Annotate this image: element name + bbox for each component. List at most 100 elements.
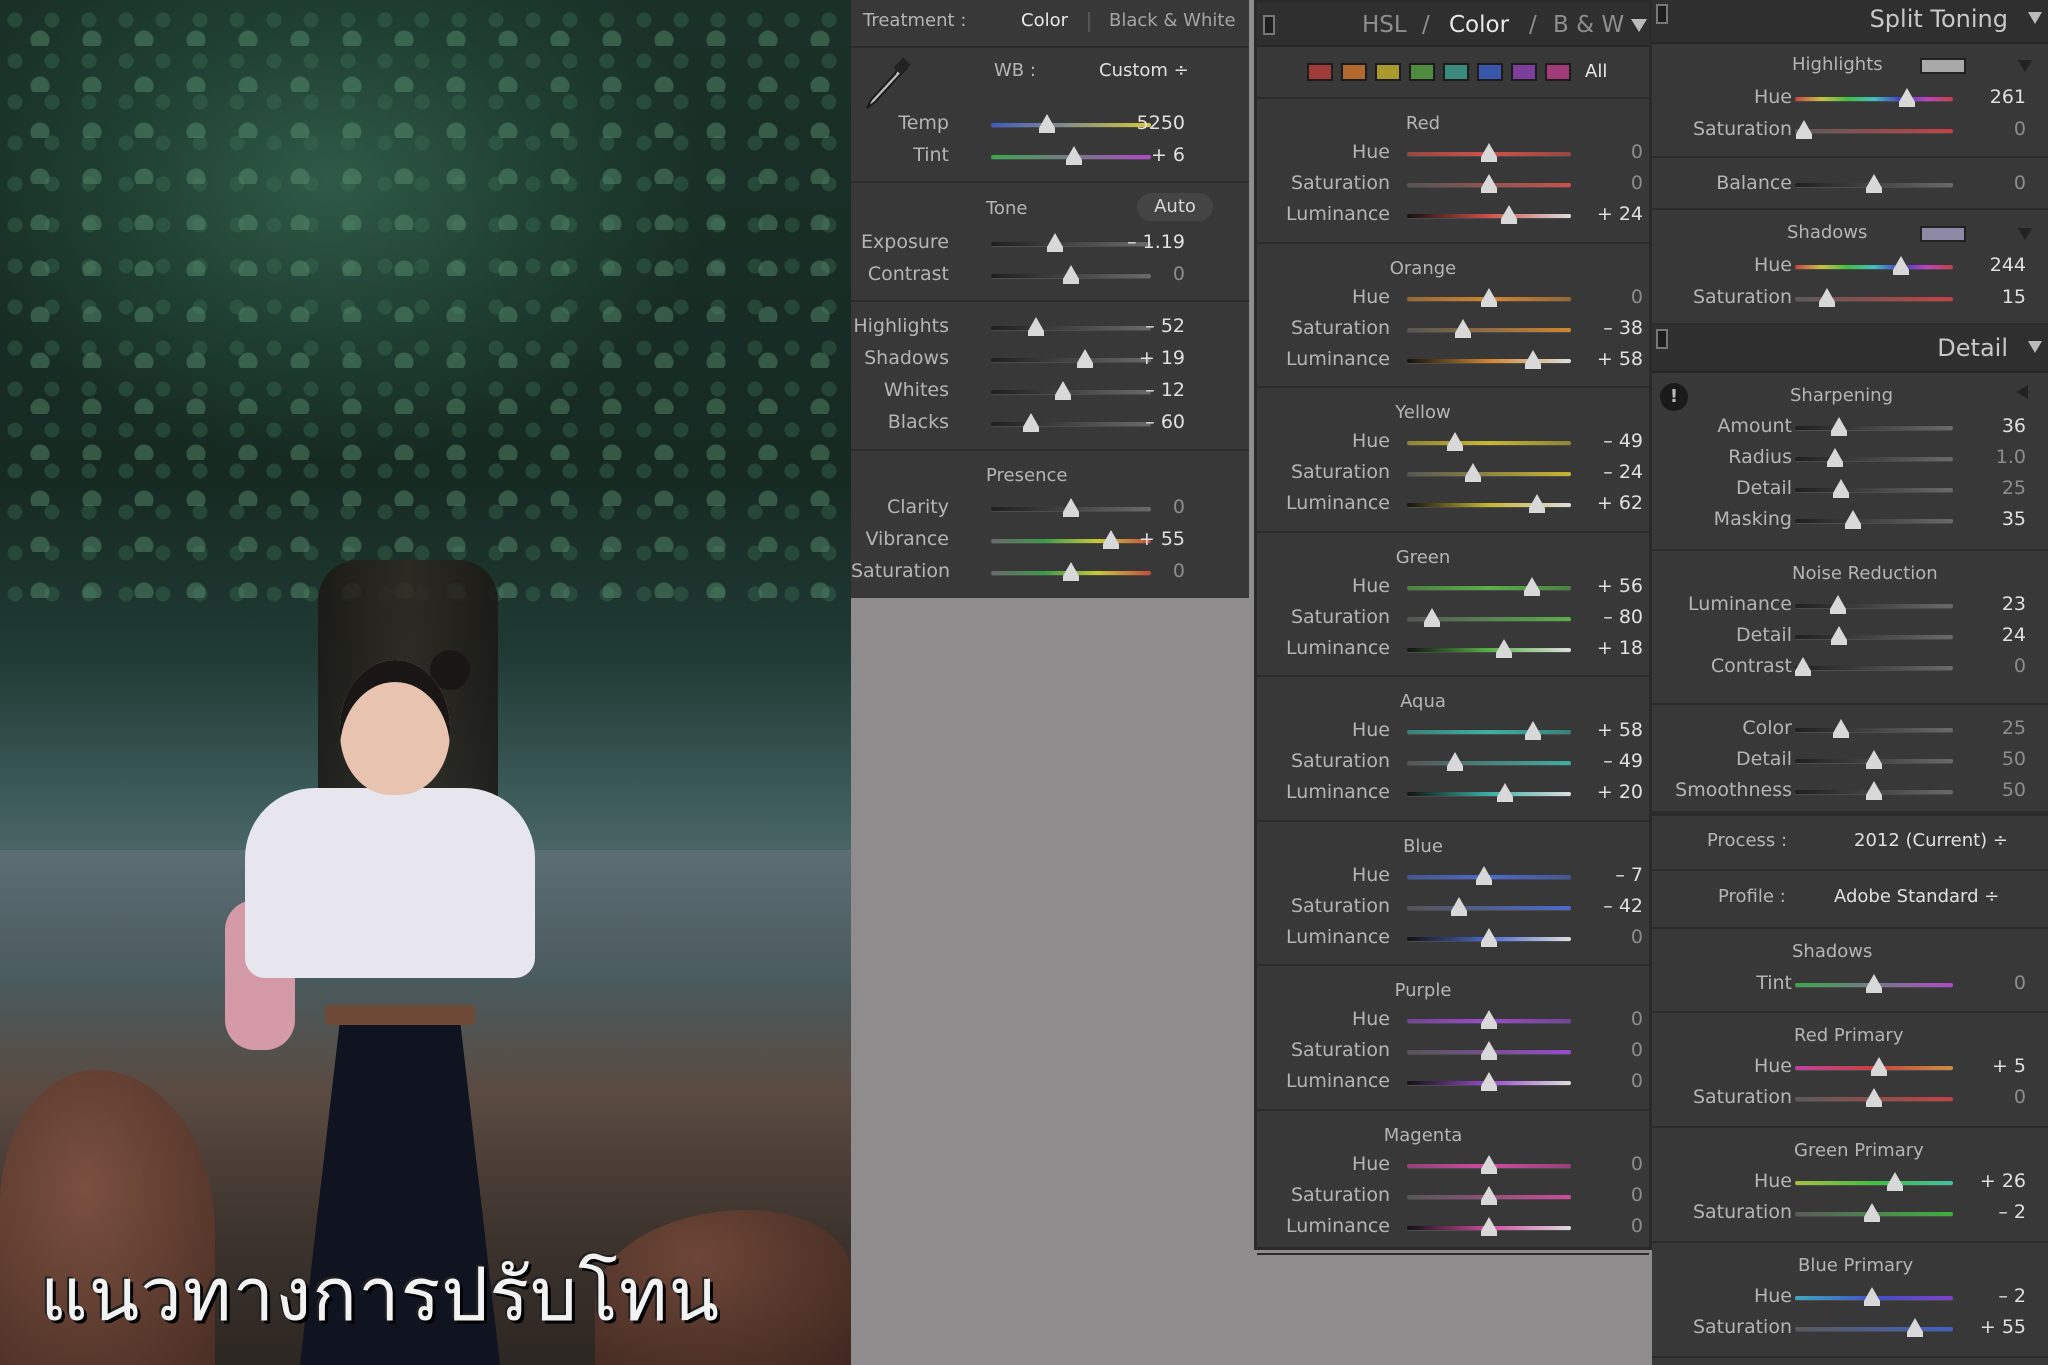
- color-swatch[interactable]: [1545, 63, 1571, 81]
- yellow-lum-slider-value[interactable]: + 62: [1573, 492, 1643, 514]
- detail-smooth-slider-handle[interactable]: [1866, 781, 1882, 800]
- saturation-slider-handle[interactable]: [1063, 562, 1079, 581]
- red-hue-slider-handle[interactable]: [1481, 143, 1497, 162]
- panel-toggle-icon[interactable]: [1656, 4, 1668, 24]
- calib-tint-slider-track[interactable]: [1795, 974, 1953, 993]
- tint-slider-value[interactable]: + 6: [1089, 144, 1185, 166]
- green-hue-slider-handle[interactable]: [1523, 576, 1540, 596]
- red-sat-slider-value[interactable]: 0: [1573, 172, 1643, 194]
- detail-cdet-slider-track[interactable]: [1795, 750, 1953, 769]
- calib-b-hue-slider-value[interactable]: – 2: [1952, 1285, 2026, 1307]
- exposure-slider-value[interactable]: – 1.19: [1089, 231, 1185, 253]
- split-sh-hue-slider-value[interactable]: 244: [1952, 254, 2026, 276]
- aqua-hue-slider-value[interactable]: + 58: [1573, 719, 1643, 741]
- detail-lcon-slider-track[interactable]: [1794, 657, 1953, 676]
- detail-cdet-slider-handle[interactable]: [1866, 750, 1882, 769]
- calib-b-hue-slider-handle[interactable]: [1864, 1287, 1881, 1306]
- calib-r-hue-slider-track[interactable]: [1795, 1057, 1953, 1076]
- blue-sat-slider-track[interactable]: [1407, 896, 1571, 916]
- all-colors-button[interactable]: All: [1585, 61, 1607, 82]
- split-hl-sat-slider-track[interactable]: [1795, 120, 1953, 139]
- green-hue-slider-value[interactable]: + 56: [1573, 575, 1643, 597]
- green-lum-slider-track[interactable]: [1407, 638, 1571, 658]
- green-sat-slider-track[interactable]: [1407, 607, 1571, 627]
- calib-r-sat-slider-track[interactable]: [1795, 1088, 1953, 1107]
- magenta-hue-slider-track[interactable]: [1407, 1154, 1571, 1174]
- yellow-hue-slider-handle[interactable]: [1446, 432, 1463, 451]
- detail-color-slider-track[interactable]: [1795, 719, 1953, 738]
- detail-masking-slider-track[interactable]: [1795, 510, 1953, 529]
- detail-ldet-slider-handle[interactable]: [1831, 626, 1848, 645]
- detail-det-slider-track[interactable]: [1795, 479, 1953, 498]
- calib-g-hue-slider-track[interactable]: [1795, 1172, 1953, 1191]
- exposure-slider-handle[interactable]: [1047, 233, 1063, 252]
- expand-arrow-icon[interactable]: [2018, 60, 2032, 72]
- clarity-slider-handle[interactable]: [1063, 498, 1079, 517]
- detail-det-slider-value[interactable]: 25: [1952, 477, 2026, 499]
- orange-lum-slider-track[interactable]: [1407, 349, 1571, 369]
- green-lum-slider-value[interactable]: + 18: [1573, 637, 1643, 659]
- orange-lum-slider-value[interactable]: + 58: [1573, 348, 1643, 370]
- blue-sat-slider-handle[interactable]: [1451, 896, 1468, 916]
- detail-radius-slider-track[interactable]: [1795, 448, 1953, 467]
- yellow-hue-slider-track[interactable]: [1407, 432, 1571, 451]
- whites-slider-value[interactable]: – 12: [1089, 379, 1185, 401]
- process-dropdown[interactable]: 2012 (Current) ÷: [1854, 830, 2008, 851]
- purple-hue-slider-track[interactable]: [1407, 1010, 1571, 1029]
- detail-amount-slider-value[interactable]: 36: [1952, 415, 2026, 437]
- detail-smooth-slider-track[interactable]: [1795, 781, 1953, 800]
- orange-hue-slider-handle[interactable]: [1481, 287, 1497, 307]
- tab-hsl[interactable]: HSL: [1362, 12, 1407, 38]
- calib-tint-slider-value[interactable]: 0: [1952, 972, 2026, 994]
- auto-button[interactable]: Auto: [1137, 193, 1213, 221]
- magenta-sat-slider-track[interactable]: [1407, 1185, 1571, 1205]
- magenta-lum-slider-track[interactable]: [1407, 1216, 1571, 1236]
- green-sat-slider-handle[interactable]: [1423, 607, 1440, 627]
- calib-r-hue-slider-value[interactable]: + 5: [1952, 1055, 2026, 1077]
- aqua-lum-slider-value[interactable]: + 20: [1573, 781, 1643, 803]
- detail-lcon-slider-handle[interactable]: [1794, 657, 1811, 676]
- highlights-color-swatch[interactable]: [1920, 58, 1966, 74]
- detail-lum-slider-value[interactable]: 23: [1952, 593, 2026, 615]
- temp-slider-value[interactable]: 5250: [1089, 112, 1185, 134]
- split-hl-sat-slider-value[interactable]: 0: [1952, 118, 2026, 140]
- purple-sat-slider-handle[interactable]: [1481, 1041, 1497, 1060]
- purple-hue-slider-handle[interactable]: [1481, 1010, 1497, 1029]
- magenta-sat-slider-handle[interactable]: [1481, 1185, 1497, 1205]
- green-sat-slider-value[interactable]: – 80: [1573, 606, 1643, 628]
- panel-toggle-icon[interactable]: [1656, 329, 1668, 349]
- aqua-lum-slider-track[interactable]: [1407, 783, 1571, 802]
- magenta-lum-slider-handle[interactable]: [1481, 1216, 1497, 1236]
- detail-color-slider-handle[interactable]: [1832, 719, 1849, 738]
- collapse-arrow-icon[interactable]: [1631, 19, 1647, 32]
- temp-slider-handle[interactable]: [1039, 114, 1055, 133]
- purple-lum-slider-track[interactable]: [1407, 1072, 1571, 1091]
- aqua-sat-slider-value[interactable]: – 49: [1573, 750, 1643, 772]
- split-hl-hue-slider-track[interactable]: [1795, 88, 1953, 107]
- calib-g-hue-slider-handle[interactable]: [1886, 1172, 1903, 1191]
- detail-lum-slider-track[interactable]: [1795, 595, 1953, 614]
- vibrance-slider-value[interactable]: + 55: [1089, 528, 1185, 550]
- purple-hue-slider-value[interactable]: 0: [1573, 1008, 1643, 1030]
- green-lum-slider-handle[interactable]: [1495, 638, 1512, 658]
- yellow-sat-slider-value[interactable]: – 24: [1573, 461, 1643, 483]
- shadows-color-swatch[interactable]: [1920, 226, 1966, 242]
- split-sh-sat-slider-value[interactable]: 15: [1952, 286, 2026, 308]
- orange-sat-slider-track[interactable]: [1407, 318, 1571, 338]
- expand-arrow-icon[interactable]: [2018, 228, 2032, 240]
- calib-g-sat-slider-handle[interactable]: [1864, 1203, 1881, 1222]
- shadows-slider-value[interactable]: + 19: [1089, 347, 1185, 369]
- calib-g-sat-slider-track[interactable]: [1795, 1203, 1953, 1222]
- orange-hue-slider-value[interactable]: 0: [1573, 286, 1643, 308]
- detail-smooth-slider-value[interactable]: 50: [1952, 779, 2026, 801]
- contrast-slider-handle[interactable]: [1063, 265, 1079, 284]
- color-swatch[interactable]: [1307, 63, 1333, 81]
- magenta-sat-slider-value[interactable]: 0: [1573, 1184, 1643, 1206]
- split-balance-slider-track[interactable]: [1795, 174, 1953, 193]
- panel-toggle-icon[interactable]: [1263, 15, 1275, 35]
- clarity-slider-value[interactable]: 0: [1089, 496, 1185, 518]
- tab-bw[interactable]: B & W: [1553, 12, 1624, 38]
- split-sh-sat-slider-handle[interactable]: [1818, 288, 1835, 307]
- detail-ldet-slider-value[interactable]: 24: [1952, 624, 2026, 646]
- magenta-lum-slider-value[interactable]: 0: [1573, 1215, 1643, 1237]
